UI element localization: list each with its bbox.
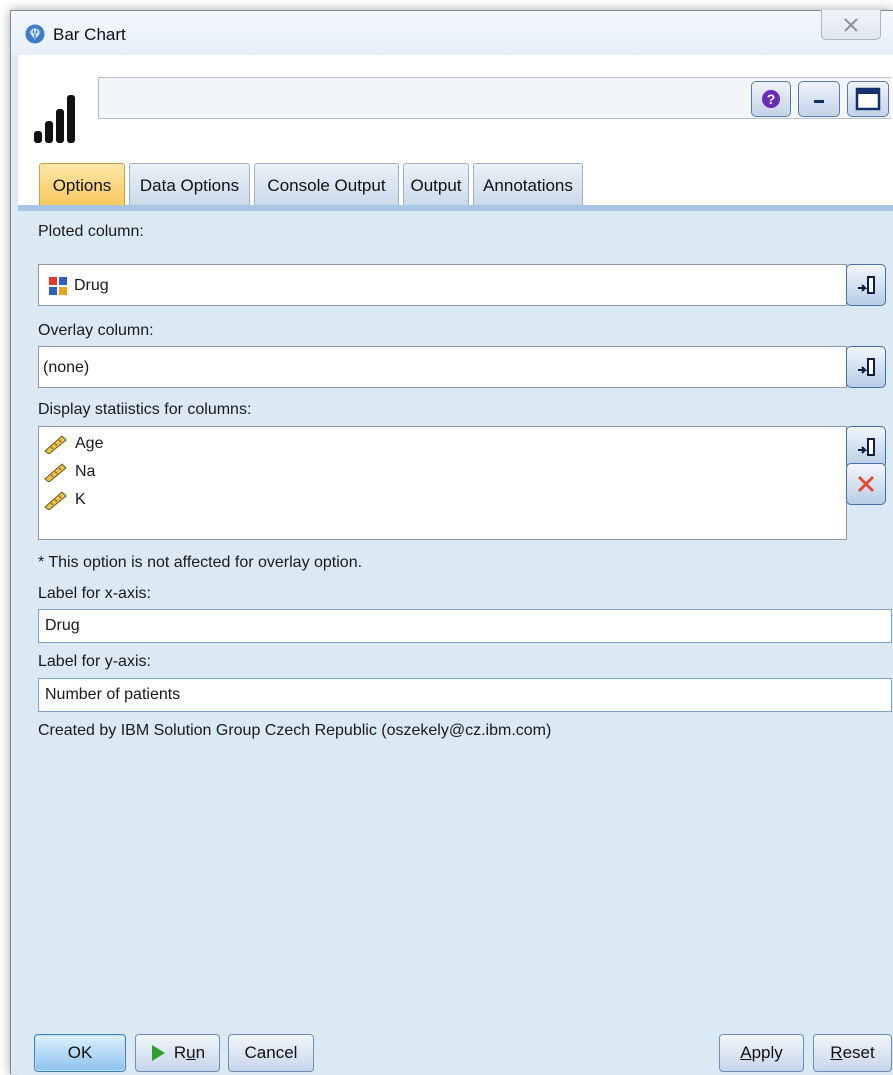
x-axis-value: Drug <box>45 617 80 634</box>
run-icon <box>151 1045 165 1061</box>
list-item[interactable]: K <box>43 487 86 513</box>
overlay-column-picker-button[interactable] <box>846 346 886 388</box>
bar-chart-node-icon <box>34 95 75 143</box>
field-picker-icon <box>858 276 875 294</box>
continuous-field-icon <box>44 491 67 510</box>
apply-label-mnemonic: A <box>740 1043 752 1062</box>
node-header: ? <box>18 55 893 163</box>
help-icon: ? <box>762 90 780 108</box>
title-bar: Bar Chart <box>11 10 893 55</box>
tab-console-output[interactable]: Console Output <box>254 163 399 207</box>
maximize-button[interactable] <box>847 81 889 117</box>
stats-item-label: Age <box>75 435 104 452</box>
svg-text:?: ? <box>767 91 776 107</box>
y-axis-label: Label for y-axis: <box>38 653 151 670</box>
app-diamond-icon <box>25 24 45 44</box>
tab-data-options[interactable]: Data Options <box>129 163 250 207</box>
overlay-column-select[interactable]: (none) <box>38 346 847 388</box>
ploted-column-label: Ploted column: <box>38 223 144 240</box>
x-axis-label: Label for x-axis: <box>38 585 151 602</box>
run-label-mnemonic: u <box>186 1043 196 1062</box>
minimize-button[interactable] <box>798 81 840 117</box>
reset-label-mnemonic: R <box>830 1043 843 1062</box>
ploted-column-value: Drug <box>74 277 109 294</box>
minimize-icon <box>814 100 824 103</box>
dialog-client: ? Options Data Options Console Output Ou… <box>18 55 893 1075</box>
stats-remove-button[interactable] <box>846 463 886 505</box>
credit-text: Created by IBM Solution Group Czech Repu… <box>38 722 552 739</box>
nominal-field-icon <box>48 276 68 296</box>
apply-button-label: Apply <box>740 1043 783 1063</box>
continuous-field-icon <box>44 463 67 482</box>
list-item[interactable]: Na <box>43 459 95 485</box>
reset-label-part: eset <box>842 1043 875 1062</box>
window-title: Bar Chart <box>53 25 126 44</box>
y-axis-input[interactable]: Number of patients <box>38 678 892 712</box>
stats-item-label: K <box>75 491 86 508</box>
run-button-label: Run <box>174 1043 205 1063</box>
apply-button[interactable]: Apply <box>719 1034 804 1072</box>
ploted-column-select[interactable]: Drug <box>38 264 847 306</box>
ok-button-label: OK <box>67 1043 93 1062</box>
tab-options[interactable]: Options <box>39 163 125 207</box>
stats-item-label: Na <box>75 463 96 480</box>
tab-output[interactable]: Output <box>403 163 469 207</box>
y-axis-value: Number of patients <box>45 686 181 703</box>
overlay-note: * This option is not affected for overla… <box>38 554 363 571</box>
x-axis-input[interactable]: Drug <box>38 609 892 643</box>
list-item[interactable]: Age <box>43 431 103 457</box>
tab-underline <box>18 205 893 211</box>
reset-button-label: Reset <box>830 1043 874 1063</box>
bar-chart-dialog: Bar Chart ? Options Data Options Console… <box>10 10 893 1075</box>
field-picker-icon <box>858 438 875 456</box>
overlay-column-value: (none) <box>43 359 90 376</box>
tab-strip: Options Data Options Console Output Outp… <box>18 163 893 207</box>
run-label-part: n <box>195 1043 206 1062</box>
close-icon <box>844 17 858 32</box>
delete-icon <box>858 476 874 492</box>
ok-button[interactable]: OK <box>34 1034 126 1072</box>
field-picker-icon <box>858 358 875 376</box>
tab-annotations[interactable]: Annotations <box>473 163 583 207</box>
help-button[interactable]: ? <box>751 81 791 117</box>
stats-field-picker-button[interactable] <box>846 426 886 468</box>
continuous-field-icon <box>44 435 67 454</box>
apply-label-part: pply <box>751 1043 783 1062</box>
display-stats-label: Display statiistics for columns: <box>38 401 252 418</box>
ploted-column-picker-button[interactable] <box>846 264 886 306</box>
cancel-button[interactable]: Cancel <box>228 1034 314 1072</box>
maximize-icon <box>855 87 881 111</box>
run-button[interactable]: Run <box>135 1034 220 1072</box>
cancel-button-label: Cancel <box>244 1043 298 1062</box>
close-button[interactable] <box>821 10 881 40</box>
display-stats-list[interactable]: Age Na K <box>38 426 847 540</box>
overlay-column-label: Overlay column: <box>38 322 154 339</box>
run-label-part: R <box>173 1043 187 1062</box>
reset-button[interactable]: Reset <box>813 1034 892 1072</box>
